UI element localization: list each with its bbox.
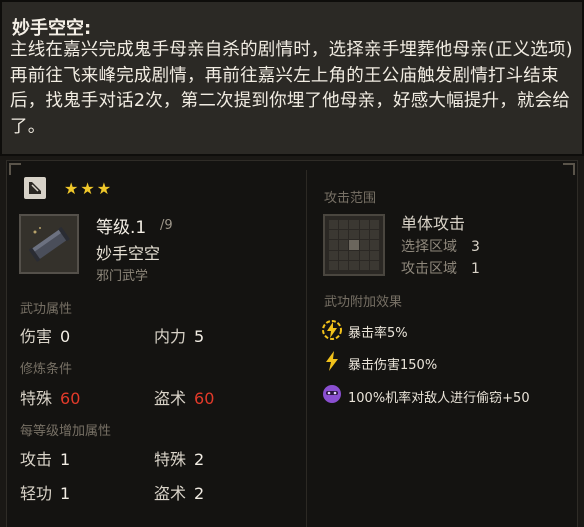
growth-qinggong: 轻功 1 — [20, 480, 70, 504]
req-value: 60 — [194, 389, 215, 408]
select-area-value: 3 — [471, 239, 480, 255]
attack-type: 单体攻击 — [401, 214, 466, 233]
stat-value: 0 — [60, 327, 71, 346]
stat-neili: 内力 5 — [154, 323, 204, 347]
tip-body: 主线在嘉兴完成鬼手母亲自杀的剧情时，选择亲手埋葬他母亲(正义选项)再前往飞来峰完… — [10, 40, 573, 137]
req-value: 60 — [60, 389, 81, 408]
effect-text: 暴击伤害150% — [348, 358, 438, 373]
skill-card — [6, 160, 578, 527]
rarity-stars: ★★★ — [64, 179, 114, 198]
req-label: 特殊 — [20, 389, 53, 408]
req-steal: 盗术 60 — [154, 385, 214, 409]
effect-text: 100%机率对敌人进行偷窃+50 — [348, 391, 530, 406]
select-area-label: 选择区域 — [401, 239, 457, 255]
corner-decoration — [9, 163, 21, 175]
stat-value: 5 — [194, 327, 205, 346]
skill-school: 邪门武学 — [96, 269, 149, 284]
purple-mask-icon — [321, 383, 343, 405]
skill-max-level: /9 — [160, 218, 173, 233]
section-growth: 每等级增加属性 — [20, 424, 112, 439]
growth-attack: 攻击 1 — [20, 446, 70, 470]
tip-panel: 妙手空空: 主线在嘉兴完成鬼手母亲自杀的剧情时，选择亲手埋葬他母亲(正义选项)再… — [0, 0, 584, 156]
attack-range-grid-icon — [323, 214, 385, 276]
skill-level: 等级.1 — [96, 218, 147, 238]
growth-value: 2 — [194, 484, 205, 503]
growth-special: 特殊 2 — [154, 446, 204, 470]
stat-label: 伤害 — [20, 327, 53, 346]
effect-text: 暴击率5% — [348, 326, 408, 341]
growth-label: 盗术 — [154, 484, 187, 503]
growth-steal: 盗术 2 — [154, 480, 204, 504]
range-grid — [329, 220, 379, 270]
growth-label: 轻功 — [20, 484, 53, 503]
stat-label: 内力 — [154, 327, 187, 346]
req-label: 盗术 — [154, 389, 187, 408]
lightning-circle-icon — [321, 319, 343, 341]
section-attack-range: 攻击范围 — [324, 191, 377, 206]
growth-label: 攻击 — [20, 450, 53, 469]
growth-value: 1 — [60, 484, 71, 503]
scroll-icon — [19, 214, 79, 274]
weapon-type-icon — [24, 177, 46, 199]
growth-value: 1 — [60, 450, 71, 469]
growth-label: 特殊 — [154, 450, 187, 469]
column-divider — [306, 170, 307, 527]
attack-area-value: 1 — [471, 261, 480, 277]
tip-title: 妙手空空: — [12, 18, 92, 39]
req-special: 特殊 60 — [20, 385, 80, 409]
section-effects: 武功附加效果 — [324, 295, 403, 310]
section-requirements: 修炼条件 — [20, 362, 73, 377]
section-attributes: 武功属性 — [20, 302, 73, 317]
growth-value: 2 — [194, 450, 205, 469]
stat-damage: 伤害 0 — [20, 323, 70, 347]
attack-area: 攻击区域 1 — [401, 258, 480, 278]
skill-name: 妙手空空 — [96, 244, 161, 263]
corner-decoration — [563, 163, 575, 175]
attack-area-label: 攻击区域 — [401, 261, 457, 277]
select-area: 选择区域 3 — [401, 236, 480, 256]
lightning-icon — [321, 350, 343, 372]
